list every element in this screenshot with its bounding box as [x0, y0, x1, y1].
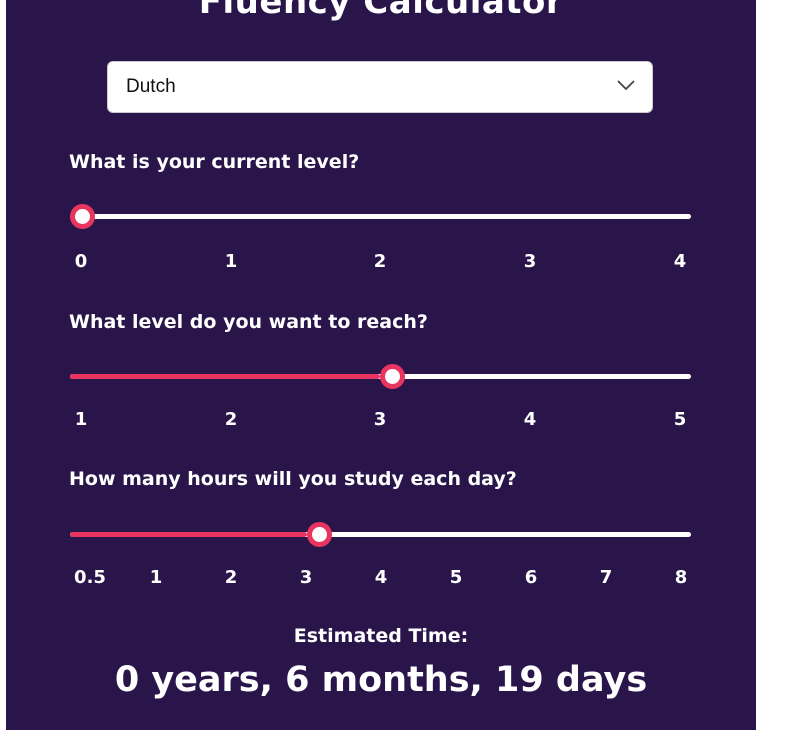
tick-label: 1 — [149, 567, 163, 588]
estimated-time-label: Estimated Time: — [293, 625, 469, 647]
tick-label: 3 — [299, 567, 313, 588]
tick-label: 3 — [373, 409, 387, 430]
current-level-slider[interactable] — [70, 204, 691, 229]
tick-label: 7 — [599, 567, 613, 588]
tick-label: 0 — [74, 251, 88, 272]
fluency-calculator-panel: Fluency Calculator Dutch What is your cu… — [6, 0, 756, 730]
tick-label: 3 — [523, 251, 537, 272]
tick-label: 6 — [524, 567, 538, 588]
tick-label: 2 — [224, 567, 238, 588]
current-level-question: What is your current level? — [69, 151, 360, 173]
tick-label: 2 — [373, 251, 387, 272]
target-level-slider[interactable] — [70, 364, 691, 389]
chevron-down-icon — [617, 80, 635, 91]
study-hours-slider-fill — [70, 532, 307, 537]
tick-label: 4 — [673, 251, 687, 272]
study-hours-slider[interactable] — [70, 522, 691, 547]
tick-label: 4 — [374, 567, 388, 588]
tick-label: 5 — [449, 567, 463, 588]
page-title: Fluency Calculator — [198, 0, 564, 22]
tick-label: 5 — [673, 409, 687, 430]
target-level-slider-fill — [70, 374, 380, 379]
language-select-value: Dutch — [126, 76, 176, 97]
current-level-slider-thumb[interactable] — [70, 204, 95, 229]
study-hours-slider-thumb[interactable] — [307, 522, 332, 547]
tick-label: 4 — [523, 409, 537, 430]
tick-label: 0.5 — [74, 567, 106, 588]
target-level-slider-thumb[interactable] — [380, 364, 405, 389]
study-hours-question: How many hours will you study each day? — [69, 468, 517, 490]
estimated-time-value: 0 years, 6 months, 19 days — [114, 660, 648, 700]
tick-label: 1 — [74, 409, 88, 430]
tick-label: 2 — [224, 409, 238, 430]
tick-label: 1 — [224, 251, 238, 272]
tick-label: 8 — [674, 567, 688, 588]
language-select[interactable]: Dutch — [107, 61, 653, 113]
target-level-question: What level do you want to reach? — [69, 311, 428, 333]
